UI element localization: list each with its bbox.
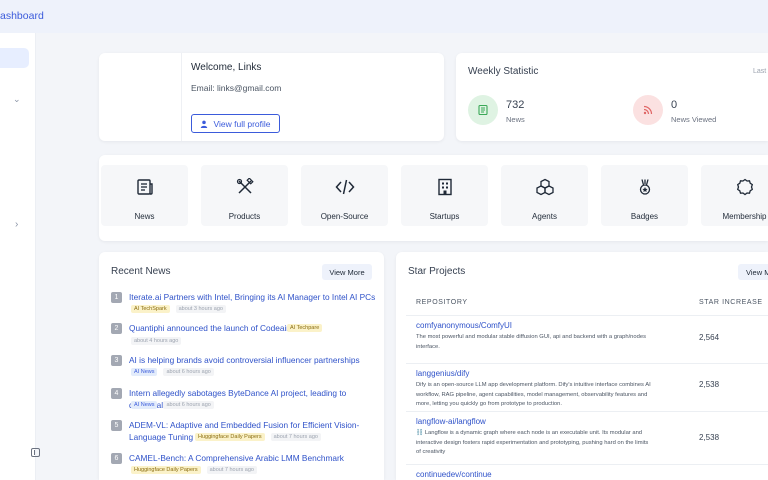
source-tag: AI News xyxy=(131,368,158,376)
sidebar: ⌄ › xyxy=(0,33,40,480)
table-row[interactable]: langflow-ai/langflow ⛓️ Langflow is a dy… xyxy=(406,412,768,465)
news-view-more-button[interactable]: View More xyxy=(322,264,372,280)
table-header: REPOSITORY STAR INCREASE xyxy=(406,290,768,316)
tile-startups-label: Startups xyxy=(429,212,460,221)
news-rank: 4 xyxy=(111,388,122,399)
membership-icon xyxy=(736,178,753,196)
news-time: about 3 hours ago xyxy=(175,305,226,313)
tools-icon xyxy=(236,178,254,194)
table-row[interactable]: langgenius/dify Dify is an open-source L… xyxy=(406,364,768,412)
sidebar-item-active[interactable] xyxy=(0,48,29,68)
weekly-statistic-card: Weekly Statistic Last 732 News 0 News Vi… xyxy=(456,53,768,141)
viewed-count-label: News Viewed xyxy=(671,115,717,124)
tile-startups[interactable]: Startups xyxy=(401,165,488,226)
building-icon xyxy=(437,178,452,196)
table-row[interactable]: comfyanonymous/ComfyUI The most powerful… xyxy=(406,316,768,364)
recent-news-title: Recent News xyxy=(111,266,171,277)
news-meta: AI TechSpark about 3 hours ago xyxy=(131,305,226,313)
tile-badges[interactable]: Badges xyxy=(601,165,688,226)
news-title-link[interactable]: Iterate.ai Partners with Intel, Bringing… xyxy=(129,291,379,303)
period-selector[interactable]: Last xyxy=(753,68,766,75)
news-meta: about 4 hours ago xyxy=(131,337,182,345)
chevron-down-icon[interactable]: ⌄ xyxy=(13,94,21,105)
chevron-right-icon[interactable]: › xyxy=(15,219,18,230)
news-meta-inline: AI Techpare xyxy=(287,324,323,332)
repo-link[interactable]: continuedev/continue xyxy=(416,470,492,479)
tile-products-label: Products xyxy=(228,212,261,221)
col-repository[interactable]: REPOSITORY xyxy=(416,299,468,306)
view-profile-label: View full profile xyxy=(213,118,271,129)
profile-card: Welcome, Links Email: links@gmail.com Vi… xyxy=(99,53,444,141)
col-star-increase[interactable]: STAR INCREASE xyxy=(699,299,763,306)
table-row[interactable]: continuedev/continue xyxy=(406,465,768,480)
news-count: 732 xyxy=(506,99,525,111)
code-icon xyxy=(334,179,355,195)
tile-agents-label: Agents xyxy=(532,212,557,221)
source-tag: AI Techpare xyxy=(287,324,323,332)
avatar xyxy=(99,53,182,141)
repo-link[interactable]: comfyanonymous/ComfyUI xyxy=(416,321,512,330)
news-rank: 5 xyxy=(111,420,122,431)
repo-star-increase: 2,538 xyxy=(699,433,720,442)
welcome-text: Welcome, Links xyxy=(191,62,262,73)
tile-open-source-label: Open-Source xyxy=(320,212,369,221)
news-time: about 6 hours ago xyxy=(163,401,214,409)
email-text: Email: links@gmail.com xyxy=(191,83,282,93)
news-title-link[interactable]: Quantiphi announced the launch of Codeai… xyxy=(129,322,379,334)
breadcrumb[interactable]: ashboard xyxy=(0,10,44,22)
news-time: about 7 hours ago xyxy=(270,433,321,441)
news-stat-icon xyxy=(468,95,498,125)
star-view-more-button[interactable]: View M xyxy=(738,264,768,280)
repo-star-increase: 2,538 xyxy=(699,380,720,389)
news-rank: 1 xyxy=(111,292,122,303)
news-count-label: News xyxy=(506,115,525,124)
repo-link[interactable]: langgenius/dify xyxy=(416,369,469,378)
news-title-link[interactable]: AI is helping brands avoid controversial… xyxy=(129,354,379,366)
tile-membership[interactable]: Membership xyxy=(701,165,768,226)
top-bar: ashboard xyxy=(0,0,768,33)
news-time: about 6 hours ago xyxy=(163,368,214,376)
rss-icon xyxy=(633,95,663,125)
sidebar-collapse-icon[interactable] xyxy=(31,448,40,457)
tile-products[interactable]: Products xyxy=(201,165,288,226)
news-rank: 3 xyxy=(111,355,122,366)
star-projects-title: Star Projects xyxy=(408,266,466,277)
weekly-title: Weekly Statistic xyxy=(468,66,539,77)
user-icon xyxy=(201,120,208,128)
repo-link[interactable]: langflow-ai/langflow xyxy=(416,417,486,426)
source-tag: Huggingface Daily Papers xyxy=(131,466,201,474)
tile-membership-label: Membership xyxy=(722,212,767,221)
repo-description: The most powerful and modular stable dif… xyxy=(416,334,646,350)
viewed-count: 0 xyxy=(671,99,678,111)
news-time: about 4 hours ago xyxy=(131,337,182,345)
tile-badges-label: Badges xyxy=(630,212,659,221)
news-title-link[interactable]: CAMEL-Bench: A Comprehensive Arabic LMM … xyxy=(129,452,379,464)
news-meta: AI News about 6 hours ago xyxy=(131,368,214,376)
medal-icon xyxy=(639,179,650,195)
quick-links: News Products Open-Source Startups Agent… xyxy=(99,155,768,241)
source-tag: Huggingface Daily Papers xyxy=(195,433,265,441)
news-rank: 2 xyxy=(111,323,122,334)
news-meta: AI News about 6 hours ago xyxy=(131,401,214,409)
news-meta: Huggingface Daily Papers about 7 hours a… xyxy=(195,433,321,441)
recent-news-card: Recent News View More 1 Iterate.ai Partn… xyxy=(99,252,384,480)
source-tag: AI News xyxy=(131,401,158,409)
source-tag: AI TechSpark xyxy=(131,305,170,313)
news-icon xyxy=(136,179,153,195)
news-rank: 6 xyxy=(111,453,122,464)
repo-description: ⛓️ Langflow is a dynamic graph where eac… xyxy=(416,430,649,455)
repo-star-increase: 2,564 xyxy=(699,333,720,342)
news-time: about 7 hours ago xyxy=(206,466,257,474)
tile-agents[interactable]: Agents xyxy=(501,165,588,226)
tile-news-label: News xyxy=(134,212,155,221)
news-meta: Huggingface Daily Papers about 7 hours a… xyxy=(131,466,257,474)
tile-news[interactable]: News xyxy=(101,165,188,226)
tile-open-source[interactable]: Open-Source xyxy=(301,165,388,226)
cubes-icon xyxy=(535,178,554,196)
star-projects-card: Star Projects View M REPOSITORY STAR INC… xyxy=(396,252,768,480)
view-profile-button[interactable]: View full profile xyxy=(191,114,280,133)
repo-description: Dify is an open-source LLM app developme… xyxy=(416,382,651,407)
